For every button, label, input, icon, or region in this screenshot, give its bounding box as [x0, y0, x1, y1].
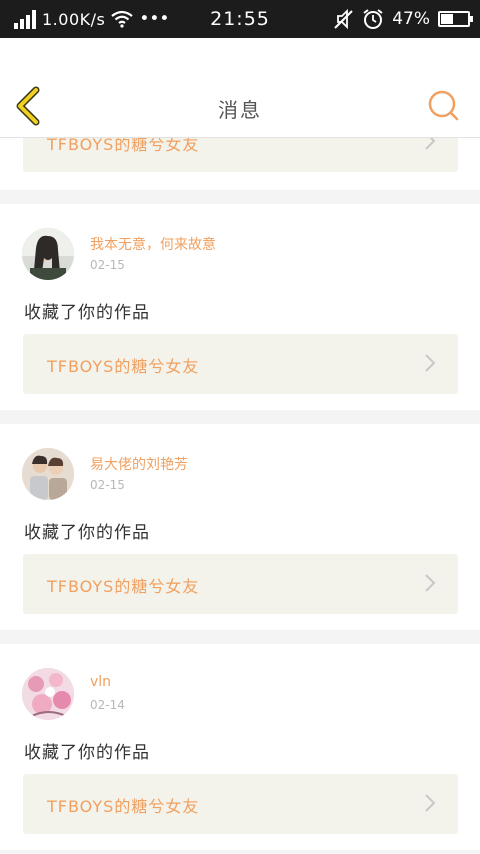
app-header: 消息 [0, 38, 480, 138]
chevron-right-icon [425, 574, 436, 592]
action-text: 收藏了你的作品 [24, 523, 150, 543]
message-list[interactable]: TFBOYS的糖兮女友 我本无意，何来故意 02-15 收藏了你的作品 TFBO… [0, 138, 480, 854]
message-date: 02-14 [90, 698, 125, 712]
work-title: TFBOYS的糖兮女友 [47, 357, 200, 376]
chevron-right-icon [425, 794, 436, 812]
search-icon[interactable] [426, 88, 460, 122]
action-text: 收藏了你的作品 [24, 743, 150, 763]
chevron-right-icon [425, 354, 436, 372]
username[interactable]: 易大佬的刘艳芳 [90, 454, 188, 474]
status-bar: 1.00K/s ••• 21:55 47% [0, 0, 480, 38]
page-title: 消息 [218, 98, 262, 122]
avatar[interactable] [22, 228, 74, 280]
avatar[interactable] [22, 668, 74, 720]
alarm-icon [363, 9, 383, 29]
work-link[interactable]: TFBOYS的糖兮女友 [23, 554, 458, 614]
battery-percent: 47% [392, 9, 430, 29]
action-text: 收藏了你的作品 [24, 303, 150, 323]
mute-icon [334, 8, 353, 30]
work-link[interactable]: TFBOYS的糖兮女友 [23, 774, 458, 834]
work-title: TFBOYS的糖兮女友 [47, 577, 200, 596]
work-title: TFBOYS的糖兮女友 [47, 138, 200, 154]
avatar[interactable] [22, 448, 74, 500]
battery-icon [438, 11, 473, 27]
username[interactable]: vln [90, 674, 111, 690]
message-date: 02-15 [90, 478, 125, 492]
work-title: TFBOYS的糖兮女友 [47, 797, 200, 816]
message-date: 02-15 [90, 258, 125, 272]
list-item: vln 02-14 收藏了你的作品 TFBOYS的糖兮女友 [0, 644, 480, 850]
list-item: 易大佬的刘艳芳 02-15 收藏了你的作品 TFBOYS的糖兮女友 [0, 424, 480, 630]
battery-fill [441, 14, 454, 24]
username[interactable]: 我本无意，何来故意 [90, 234, 216, 254]
list-item: TFBOYS的糖兮女友 [0, 138, 480, 190]
work-link[interactable]: TFBOYS的糖兮女友 [23, 138, 458, 172]
chevron-right-icon [425, 138, 436, 150]
work-link[interactable]: TFBOYS的糖兮女友 [23, 334, 458, 394]
list-item: 我本无意，何来故意 02-15 收藏了你的作品 TFBOYS的糖兮女友 [0, 204, 480, 410]
